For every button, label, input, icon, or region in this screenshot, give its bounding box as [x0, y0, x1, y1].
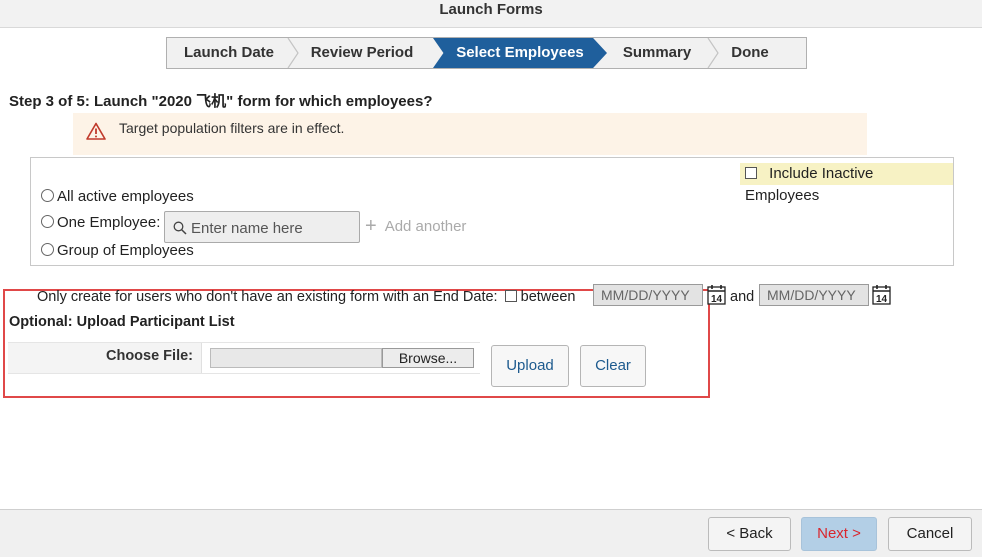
calendar-icon-text: 14 — [711, 294, 723, 305]
warning-banner: Target population filters are in effect. — [73, 113, 867, 155]
between-checkbox[interactable] — [504, 290, 517, 302]
end-date-filter: Only create for users who don't have an … — [37, 289, 575, 305]
radio-all-active[interactable] — [41, 189, 54, 202]
end-date-label: Only create for users who don't have an … — [37, 289, 498, 305]
end-date-input[interactable]: MM/DD/YYYY — [759, 284, 869, 306]
search-icon — [173, 221, 187, 235]
plus-icon: + — [365, 215, 377, 237]
back-button[interactable]: < Back — [708, 517, 791, 551]
next-button[interactable]: Next > — [801, 517, 877, 551]
option-group-of-employees[interactable]: Group of Employees — [41, 242, 194, 259]
employee-name-placeholder: Enter name here — [191, 220, 303, 237]
file-path-field[interactable] — [210, 348, 382, 368]
cancel-button[interactable]: Cancel — [888, 517, 972, 551]
radio-group-of-employees[interactable] — [41, 243, 54, 256]
step-review-period[interactable]: Review Period — [295, 38, 429, 68]
warning-text: Target population filters are in effect. — [119, 120, 345, 136]
between-label: between — [520, 289, 576, 305]
option-label: Group of Employees — [57, 242, 194, 259]
warning-triangle-icon — [86, 122, 106, 140]
upload-button[interactable]: Upload — [491, 345, 569, 387]
page-heading: Step 3 of 5: Launch "2020 飞机" form for w… — [9, 93, 433, 110]
option-label: All active employees — [57, 188, 194, 205]
add-another-link[interactable]: + Add another — [365, 215, 466, 238]
browse-button[interactable]: Browse... — [382, 348, 474, 368]
calendar-icon-text: 14 — [876, 294, 888, 305]
add-another-label: Add another — [384, 218, 467, 235]
employee-selection-panel: Include Inactive Employees All active em… — [30, 157, 954, 266]
start-date-input[interactable]: MM/DD/YYYY — [593, 284, 703, 306]
employee-name-input[interactable]: Enter name here — [164, 211, 360, 243]
include-inactive-checkbox[interactable] — [745, 167, 757, 179]
choose-file-row: Choose File: Browse... — [8, 342, 480, 374]
step-summary[interactable]: Summary — [607, 38, 707, 68]
wizard-steps: Launch Date Review Period Select Employe… — [166, 37, 807, 69]
footer-bar: < Back Next > Cancel — [0, 509, 982, 557]
step-select-employees[interactable]: Select Employees — [433, 38, 607, 68]
choose-file-label: Choose File: — [8, 343, 202, 373]
window-title: Launch Forms — [0, 0, 982, 28]
upload-section-title: Optional: Upload Participant List — [9, 314, 235, 330]
option-one-employee[interactable]: One Employee: — [41, 214, 160, 231]
option-label: One Employee: — [57, 214, 161, 231]
calendar-icon[interactable]: 14 — [707, 284, 726, 305]
step-done[interactable]: Done — [719, 38, 781, 68]
and-label: and — [730, 289, 755, 305]
option-all-active[interactable]: All active employees — [41, 188, 194, 205]
step-launch-date[interactable]: Launch Date — [167, 38, 291, 68]
step-separator — [707, 38, 719, 68]
include-inactive-label: Include Inactive Employees — [745, 165, 874, 204]
calendar-icon[interactable]: 14 — [872, 284, 891, 305]
clear-button[interactable]: Clear — [580, 345, 646, 387]
radio-one-employee[interactable] — [41, 215, 54, 228]
include-inactive-option[interactable]: Include Inactive Employees — [740, 163, 953, 204]
